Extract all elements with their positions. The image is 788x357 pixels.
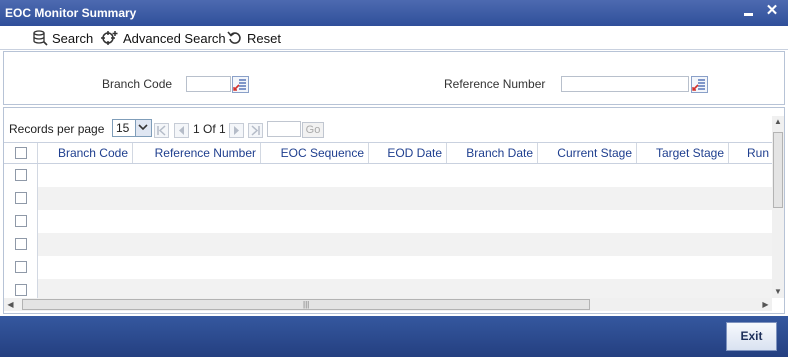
row-select-cell — [4, 210, 38, 233]
column-header-branch-date[interactable]: Branch Date — [447, 143, 538, 163]
first-page-button[interactable] — [154, 123, 169, 138]
advanced-search-icon — [101, 31, 118, 45]
results-panel: Records per page 15 1 Of 1 Go Branch Cod… — [3, 107, 785, 314]
close-button[interactable]: ✕ — [764, 3, 780, 19]
table-row[interactable] — [4, 210, 772, 233]
vertical-scroll-thumb[interactable] — [773, 132, 783, 208]
records-per-page-value: 15 — [116, 121, 130, 135]
chevron-down-icon — [135, 120, 151, 136]
column-header-run[interactable]: Run — [729, 143, 772, 163]
go-button[interactable]: Go — [302, 122, 324, 138]
title-bar: EOC Monitor Summary ✕ — [0, 0, 788, 26]
last-page-button[interactable] — [248, 123, 263, 138]
scroll-left-icon[interactable]: ◀ — [4, 298, 17, 311]
list-of-values-icon — [233, 79, 246, 91]
column-header-current-stage[interactable]: Current Stage — [538, 143, 637, 163]
pagination-bar: Records per page 15 1 Of 1 Go — [4, 108, 784, 140]
grid-body — [4, 164, 772, 298]
column-header-target-stage[interactable]: Target Stage — [637, 143, 729, 163]
table-row[interactable] — [4, 233, 772, 256]
scroll-down-icon[interactable]: ▼ — [772, 286, 784, 298]
row-checkbox[interactable] — [15, 192, 27, 204]
branch-code-label: Branch Code — [102, 77, 173, 91]
search-icon — [33, 30, 48, 46]
scroll-up-icon[interactable]: ▲ — [772, 116, 784, 128]
column-header-branch-code[interactable]: Branch Code — [38, 143, 133, 163]
reference-number-lov-button[interactable] — [691, 76, 708, 93]
reference-number-label: Reference Number — [444, 77, 546, 91]
row-select-cell — [4, 187, 38, 210]
row-select-cell — [4, 233, 38, 256]
row-checkbox[interactable] — [15, 238, 27, 250]
reference-number-input[interactable] — [561, 76, 689, 92]
row-select-cell — [4, 164, 38, 187]
reset-icon — [227, 31, 241, 44]
row-checkbox[interactable] — [15, 169, 27, 181]
scroll-right-icon[interactable]: ▶ — [759, 298, 772, 311]
vertical-scrollbar[interactable]: ▲ ▼ — [772, 116, 784, 298]
search-criteria-panel: Branch Code Reference Number — [3, 51, 785, 105]
advanced-search-button[interactable]: Advanced Search — [101, 29, 226, 47]
select-all-checkbox[interactable] — [15, 147, 27, 159]
previous-page-icon — [179, 126, 184, 135]
next-page-icon — [234, 126, 239, 135]
row-select-cell — [4, 256, 38, 279]
row-checkbox[interactable] — [15, 215, 27, 227]
advanced-search-label: Advanced Search — [123, 30, 226, 46]
select-all-cell — [4, 143, 38, 163]
records-per-page-select[interactable]: 15 — [112, 119, 152, 137]
horizontal-scrollbar[interactable]: ◀ ||| ▶ — [4, 298, 772, 311]
row-data — [38, 279, 772, 298]
row-select-cell — [4, 279, 38, 298]
row-data — [38, 210, 772, 233]
exit-button[interactable]: Exit — [726, 322, 777, 351]
table-row[interactable] — [4, 164, 772, 187]
minimize-button[interactable] — [744, 13, 753, 16]
horizontal-scroll-thumb[interactable]: ||| — [22, 299, 590, 310]
window-title: EOC Monitor Summary — [5, 6, 137, 20]
column-header-eoc-sequence[interactable]: EOC Sequence — [261, 143, 369, 163]
previous-page-button[interactable] — [174, 123, 189, 138]
branch-code-input[interactable] — [186, 76, 231, 92]
records-per-page-label: Records per page — [9, 122, 105, 136]
row-data — [38, 256, 772, 279]
list-of-values-icon — [692, 79, 705, 91]
footer-bar: Exit — [0, 316, 788, 357]
grid-header: Branch Code Reference Number EOC Sequenc… — [4, 142, 772, 164]
search-button[interactable]: Search — [32, 29, 93, 47]
branch-code-lov-button[interactable] — [232, 76, 249, 93]
reset-label: Reset — [247, 30, 281, 46]
grip-icon: ||| — [303, 300, 310, 309]
search-label: Search — [52, 30, 94, 46]
row-checkbox[interactable] — [15, 261, 27, 273]
row-data — [38, 164, 772, 187]
table-row[interactable] — [4, 187, 772, 210]
page-info: 1 Of 1 — [193, 122, 226, 136]
column-header-reference-number[interactable]: Reference Number — [133, 143, 261, 163]
table-row[interactable] — [4, 256, 772, 279]
goto-page-input[interactable] — [267, 121, 301, 137]
row-data — [38, 187, 772, 210]
next-page-button[interactable] — [229, 123, 244, 138]
last-page-icon — [251, 125, 260, 136]
row-data — [38, 233, 772, 256]
table-row[interactable] — [4, 279, 772, 298]
reset-button[interactable]: Reset — [227, 29, 281, 47]
first-page-icon — [157, 125, 166, 136]
toolbar: Search Advanced Search Reset — [0, 26, 788, 50]
row-checkbox[interactable] — [15, 284, 27, 296]
column-header-eod-date[interactable]: EOD Date — [369, 143, 447, 163]
